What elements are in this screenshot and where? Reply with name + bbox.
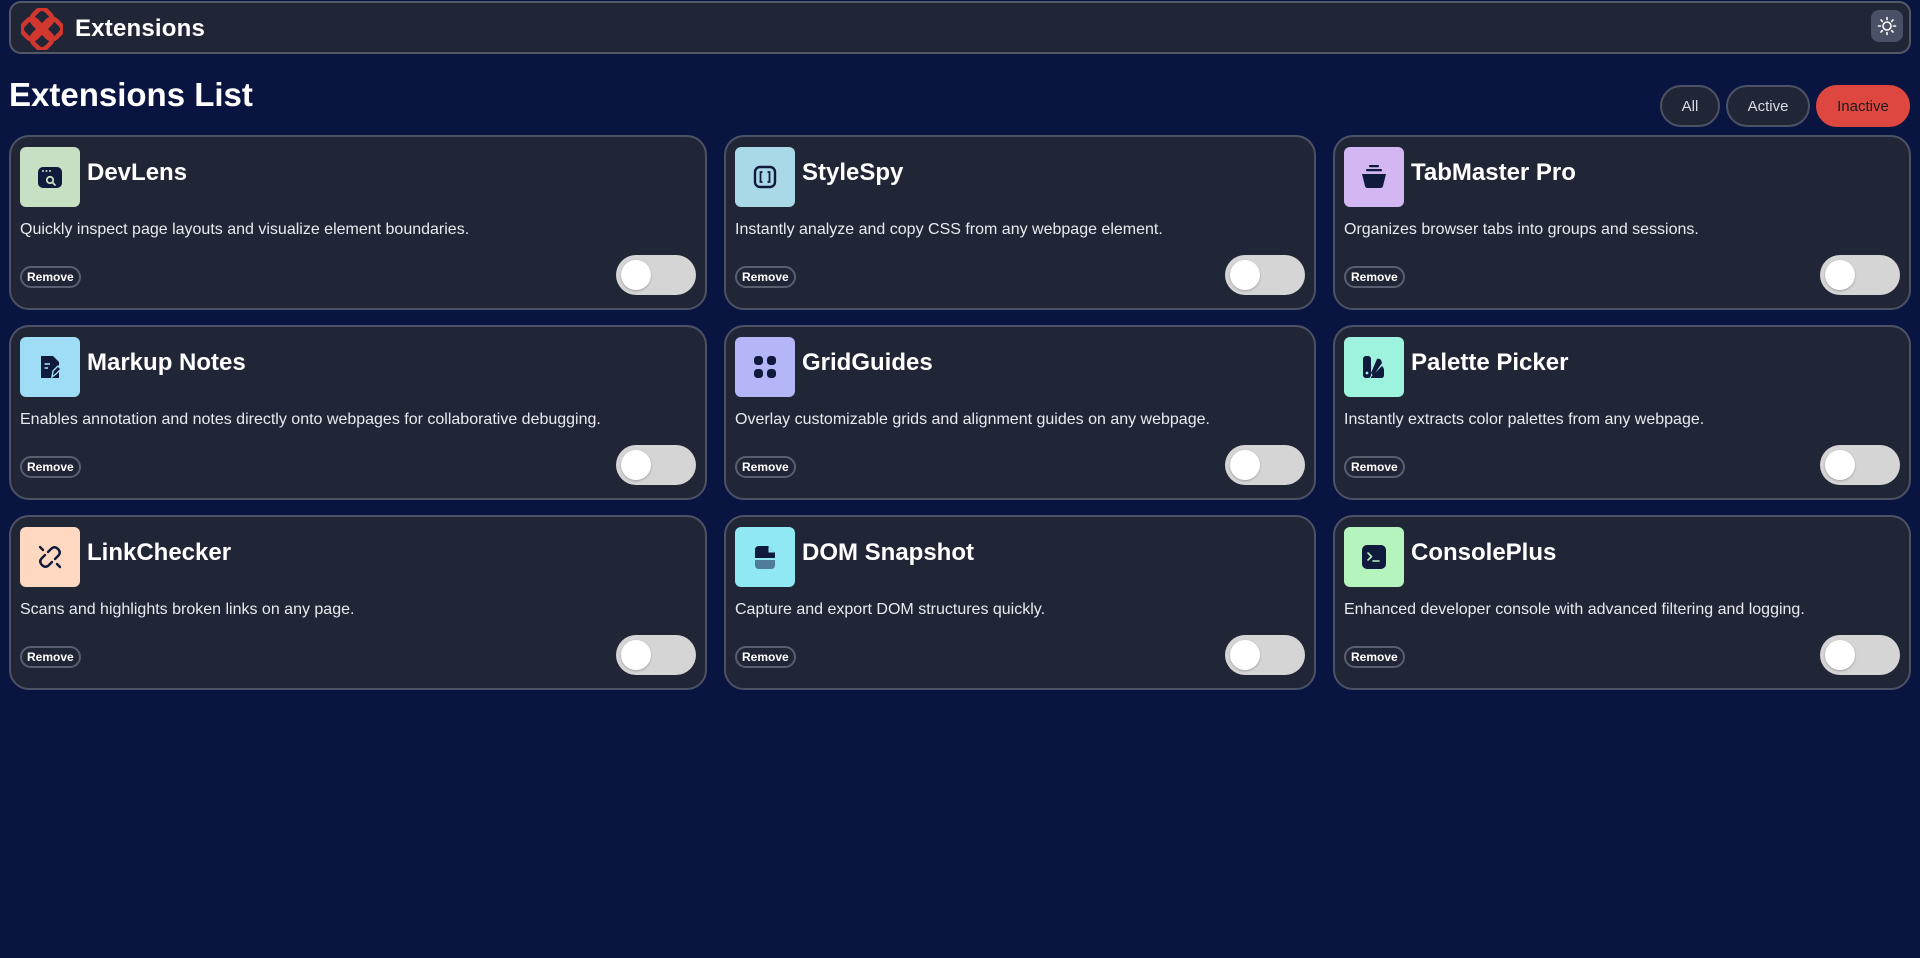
sun-icon xyxy=(1877,16,1897,36)
enable-toggle[interactable] xyxy=(1225,635,1305,675)
devlens-icon xyxy=(20,147,80,207)
extension-description: Instantly extracts color palettes from a… xyxy=(1344,411,1705,428)
enable-toggle[interactable] xyxy=(616,255,696,295)
app-title: Extensions xyxy=(75,15,206,42)
extension-description: Quickly inspect page layouts and visuali… xyxy=(20,221,470,238)
toggle-knob xyxy=(621,260,651,290)
filter-inactive-button[interactable]: Inactive xyxy=(1816,85,1910,127)
extension-name: DevLens xyxy=(87,159,188,186)
extension-card: StyleSpy Instantly analyze and copy CSS … xyxy=(724,135,1316,310)
remove-button[interactable]: Remove xyxy=(1344,266,1405,288)
enable-toggle[interactable] xyxy=(1820,445,1900,485)
remove-button[interactable]: Remove xyxy=(1344,456,1405,478)
extension-name: LinkChecker xyxy=(87,539,232,566)
remove-button[interactable]: Remove xyxy=(20,266,81,288)
remove-button[interactable]: Remove xyxy=(20,646,81,668)
extension-name: ConsolePlus xyxy=(1411,539,1557,566)
extension-name: Markup Notes xyxy=(87,349,246,376)
enable-toggle[interactable] xyxy=(1225,445,1305,485)
toggle-knob xyxy=(1825,450,1855,480)
linkchecker-icon xyxy=(20,527,80,587)
toggle-knob xyxy=(621,640,651,670)
palette-picker-icon xyxy=(1344,337,1404,397)
extension-name: StyleSpy xyxy=(802,159,904,186)
remove-button[interactable]: Remove xyxy=(1344,646,1405,668)
enable-toggle[interactable] xyxy=(616,635,696,675)
enable-toggle[interactable] xyxy=(1225,255,1305,295)
top-bar: Extensions xyxy=(9,1,1911,54)
remove-button[interactable]: Remove xyxy=(735,266,796,288)
toggle-knob xyxy=(1230,640,1260,670)
remove-button[interactable]: Remove xyxy=(20,456,81,478)
filter-all-button[interactable]: All xyxy=(1660,85,1720,127)
extension-name: TabMaster Pro xyxy=(1411,159,1576,186)
extension-card: DOM Snapshot Capture and export DOM stru… xyxy=(724,515,1316,690)
toggle-knob xyxy=(1230,260,1260,290)
toggle-knob xyxy=(1825,640,1855,670)
enable-toggle[interactable] xyxy=(616,445,696,485)
extension-description: Enables annotation and notes directly on… xyxy=(20,411,601,428)
markup-notes-icon xyxy=(20,337,80,397)
filter-active-button[interactable]: Active xyxy=(1726,85,1810,127)
toggle-knob xyxy=(1230,450,1260,480)
extension-name: Palette Picker xyxy=(1411,349,1569,376)
enable-toggle[interactable] xyxy=(1820,255,1900,295)
extension-card: DevLens Quickly inspect page layouts and… xyxy=(9,135,707,310)
remove-button[interactable]: Remove xyxy=(735,646,796,668)
extension-card: GridGuides Overlay customizable grids an… xyxy=(724,325,1316,500)
toggle-knob xyxy=(1825,260,1855,290)
extension-card: Markup Notes Enables annotation and note… xyxy=(9,325,707,500)
enable-toggle[interactable] xyxy=(1820,635,1900,675)
consoleplus-icon xyxy=(1344,527,1404,587)
extension-card: TabMaster Pro Organizes browser tabs int… xyxy=(1333,135,1911,310)
theme-toggle-button[interactable] xyxy=(1871,10,1903,42)
extension-description: Enhanced developer console with advanced… xyxy=(1344,601,1805,618)
dom-snapshot-icon xyxy=(735,527,795,587)
tabmaster-icon xyxy=(1344,147,1404,207)
remove-button[interactable]: Remove xyxy=(735,456,796,478)
extension-description: Scans and highlights broken links on any… xyxy=(20,601,355,618)
toggle-knob xyxy=(621,450,651,480)
extension-description: Overlay customizable grids and alignment… xyxy=(735,411,1210,428)
extension-card: LinkChecker Scans and highlights broken … xyxy=(9,515,707,690)
extension-description: Organizes browser tabs into groups and s… xyxy=(1344,221,1699,238)
extensions-logo-icon xyxy=(21,8,63,50)
page-title: Extensions List xyxy=(9,76,253,113)
extension-name: GridGuides xyxy=(802,349,933,376)
extension-description: Capture and export DOM structures quickl… xyxy=(735,601,1046,618)
extension-name: DOM Snapshot xyxy=(802,539,974,566)
filter-group: All Active Inactive xyxy=(1660,85,1910,127)
extension-description: Instantly analyze and copy CSS from any … xyxy=(735,221,1163,238)
extension-card: Palette Picker Instantly extracts color … xyxy=(1333,325,1911,500)
extension-card: ConsolePlus Enhanced developer console w… xyxy=(1333,515,1911,690)
stylespy-icon xyxy=(735,147,795,207)
gridguides-icon xyxy=(735,337,795,397)
